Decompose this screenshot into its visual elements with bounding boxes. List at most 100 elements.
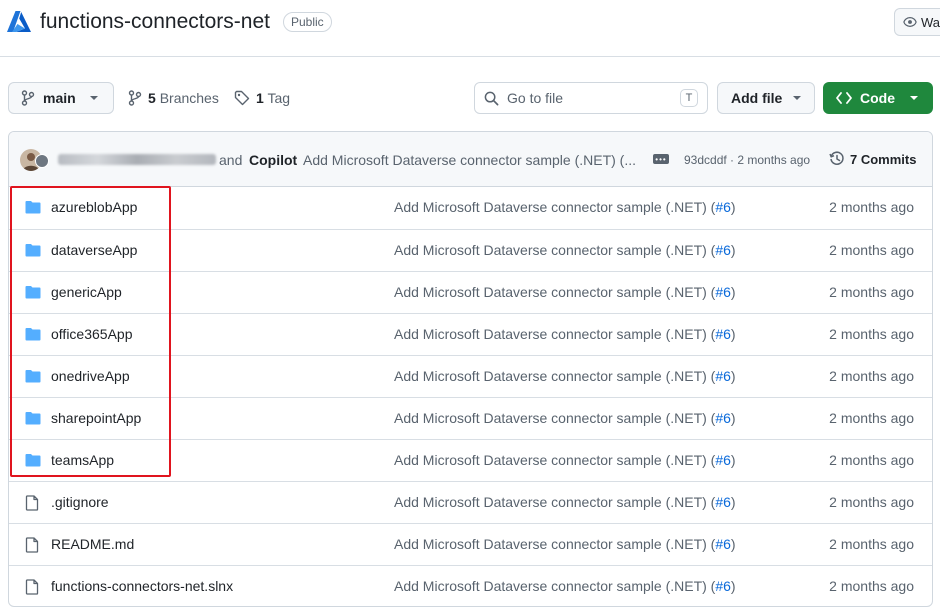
expand-commit-button[interactable]: •••	[653, 154, 669, 164]
folder-icon	[25, 285, 41, 299]
file-icon	[25, 537, 39, 553]
eye-icon	[903, 15, 917, 29]
pull-request-link[interactable]: #6	[715, 326, 731, 342]
table-row[interactable]: azureblobApp Add Microsoft Dataverse conn…	[9, 187, 932, 229]
code-button[interactable]: Code	[823, 82, 933, 114]
file-name-link[interactable]: README.md	[51, 536, 134, 552]
git-branch-icon	[128, 90, 142, 106]
table-row[interactable]: .gitignore Add Microsoft Dataverse connec…	[9, 481, 932, 523]
commit-message-text: Add Microsoft Dataverse connector sample…	[394, 199, 716, 215]
last-modified-date: 2 months ago	[829, 452, 914, 468]
table-row[interactable]: teamsApp Add Microsoft Dataverse connecto…	[9, 439, 932, 481]
pull-request-link[interactable]: #6	[715, 410, 731, 426]
folder-icon	[25, 411, 41, 425]
commit-message-link[interactable]: Add Microsoft Dataverse connector sample…	[394, 368, 736, 384]
commit-message-text: Add Microsoft Dataverse connector sample…	[394, 578, 716, 594]
go-to-file-input[interactable]	[507, 90, 657, 106]
watch-label: Watch	[921, 14, 940, 30]
commit-message-link[interactable]: Add Microsoft Dataverse connector sample…	[394, 578, 736, 594]
file-name-link[interactable]: sharepointApp	[51, 410, 141, 426]
commit-message-link[interactable]: Add Microsoft Dataverse connector sample…	[394, 536, 736, 552]
file-name-link[interactable]: functions-connectors-net.slnx	[51, 578, 233, 594]
commit-message-text: Add Microsoft Dataverse connector sample…	[394, 452, 716, 468]
commit-hash-time[interactable]: 93dcddf · 2 months ago	[684, 153, 810, 167]
pull-request-link[interactable]: #6	[715, 494, 731, 510]
table-row[interactable]: onedriveApp Add Microsoft Dataverse conne…	[9, 355, 932, 397]
tags-link[interactable]: 1 Tag	[234, 90, 290, 106]
file-icon	[25, 579, 39, 595]
azure-logo-icon[interactable]	[6, 10, 32, 34]
last-modified-date: 2 months ago	[829, 494, 914, 510]
repo-name[interactable]: functions-connectors-net	[40, 8, 270, 36]
branches-label: Branches	[159, 90, 219, 106]
add-file-button[interactable]: Add file	[717, 82, 815, 114]
watch-button[interactable]: Watch	[894, 8, 940, 36]
table-row[interactable]: README.md Add Microsoft Dataverse connect…	[9, 523, 932, 565]
table-row[interactable]: dataverseApp Add Microsoft Dataverse conn…	[9, 229, 932, 271]
last-modified-date: 2 months ago	[829, 326, 914, 342]
tags-label: Tag	[267, 90, 291, 106]
search-icon	[484, 91, 499, 106]
coauthor-link[interactable]: Copilot	[249, 152, 297, 168]
branch-selector-button[interactable]: main	[8, 82, 114, 114]
commit-message-end: )	[730, 410, 736, 426]
commits-history-link[interactable]: 7 Commits	[829, 151, 916, 167]
commit-message-text: Add Microsoft Dataverse connector sample…	[394, 242, 716, 258]
last-modified-date: 2 months ago	[829, 199, 914, 215]
commit-message-link[interactable]: Add Microsoft Dataverse connector sample…	[394, 284, 736, 300]
file-name-link[interactable]: azureblobApp	[51, 199, 137, 215]
pull-request-link[interactable]: #6	[715, 452, 731, 468]
commits-count: 7 Commits	[850, 151, 917, 167]
pull-request-link[interactable]: #6	[715, 536, 731, 552]
table-row[interactable]: office365App Add Microsoft Dataverse conn…	[9, 313, 932, 355]
go-to-file-search[interactable]: T	[474, 82, 708, 114]
header-divider	[0, 56, 940, 57]
commit-message-link[interactable]: Add Microsoft Dataverse connector sample…	[394, 326, 736, 342]
last-modified-date: 2 months ago	[829, 578, 914, 594]
ellipsis-icon: •••	[655, 154, 667, 164]
file-name-link[interactable]: onedriveApp	[51, 368, 130, 384]
pull-request-link[interactable]: #6	[715, 199, 731, 215]
code-label: Code	[860, 90, 895, 106]
author-name-redacted	[58, 154, 216, 165]
tags-count: 1	[256, 90, 264, 106]
pull-request-link[interactable]: #6	[715, 284, 731, 300]
last-modified-date: 2 months ago	[829, 536, 914, 552]
file-name-link[interactable]: .gitignore	[51, 494, 109, 510]
branches-count: 5	[148, 90, 156, 106]
pull-request-link[interactable]: #6	[715, 578, 731, 594]
commit-message-text: Add Microsoft Dataverse connector sample…	[394, 368, 716, 384]
file-name-link[interactable]: teamsApp	[51, 452, 114, 468]
chevron-down-icon	[909, 95, 919, 101]
commit-message-end: )	[730, 242, 736, 258]
commit-message-text: Add Microsoft Dataverse connector sample…	[394, 326, 716, 342]
last-modified-date: 2 months ago	[829, 410, 914, 426]
code-icon	[836, 92, 852, 104]
table-row[interactable]: sharepointApp Add Microsoft Dataverse con…	[9, 397, 932, 439]
commit-message-text: Add Microsoft Dataverse connector sample…	[394, 536, 716, 552]
commit-message-link[interactable]: Add Microsoft Dataverse connector sample…	[394, 410, 736, 426]
table-row[interactable]: functions-connectors-net.slnx Add Microso…	[9, 565, 932, 606]
git-branch-icon	[21, 90, 35, 106]
pull-request-link[interactable]: #6	[715, 242, 731, 258]
commit-message-link[interactable]: Add Microsoft Dataverse connector sample…	[394, 494, 736, 510]
file-name-link[interactable]: office365App	[51, 326, 132, 342]
file-icon	[25, 495, 39, 511]
last-modified-date: 2 months ago	[829, 284, 914, 300]
commit-message-link[interactable]: Add Microsoft Dataverse connector sample…	[303, 152, 636, 168]
last-modified-date: 2 months ago	[829, 242, 914, 258]
commit-message-link[interactable]: Add Microsoft Dataverse connector sample…	[394, 452, 736, 468]
commit-message-link[interactable]: Add Microsoft Dataverse connector sample…	[394, 199, 736, 215]
folder-icon	[25, 369, 41, 383]
commit-and: and	[219, 152, 243, 168]
commit-message-link[interactable]: Add Microsoft Dataverse connector sample…	[394, 242, 736, 258]
avatar[interactable]	[35, 154, 49, 168]
branches-link[interactable]: 5 Branches	[128, 90, 219, 106]
file-name-link[interactable]: dataverseApp	[51, 242, 137, 258]
commit-message-end: )	[730, 578, 736, 594]
last-modified-date: 2 months ago	[829, 368, 914, 384]
visibility-badge: Public	[283, 12, 332, 32]
file-name-link[interactable]: genericApp	[51, 284, 122, 300]
table-row[interactable]: genericApp Add Microsoft Dataverse connec…	[9, 271, 932, 313]
pull-request-link[interactable]: #6	[715, 368, 731, 384]
